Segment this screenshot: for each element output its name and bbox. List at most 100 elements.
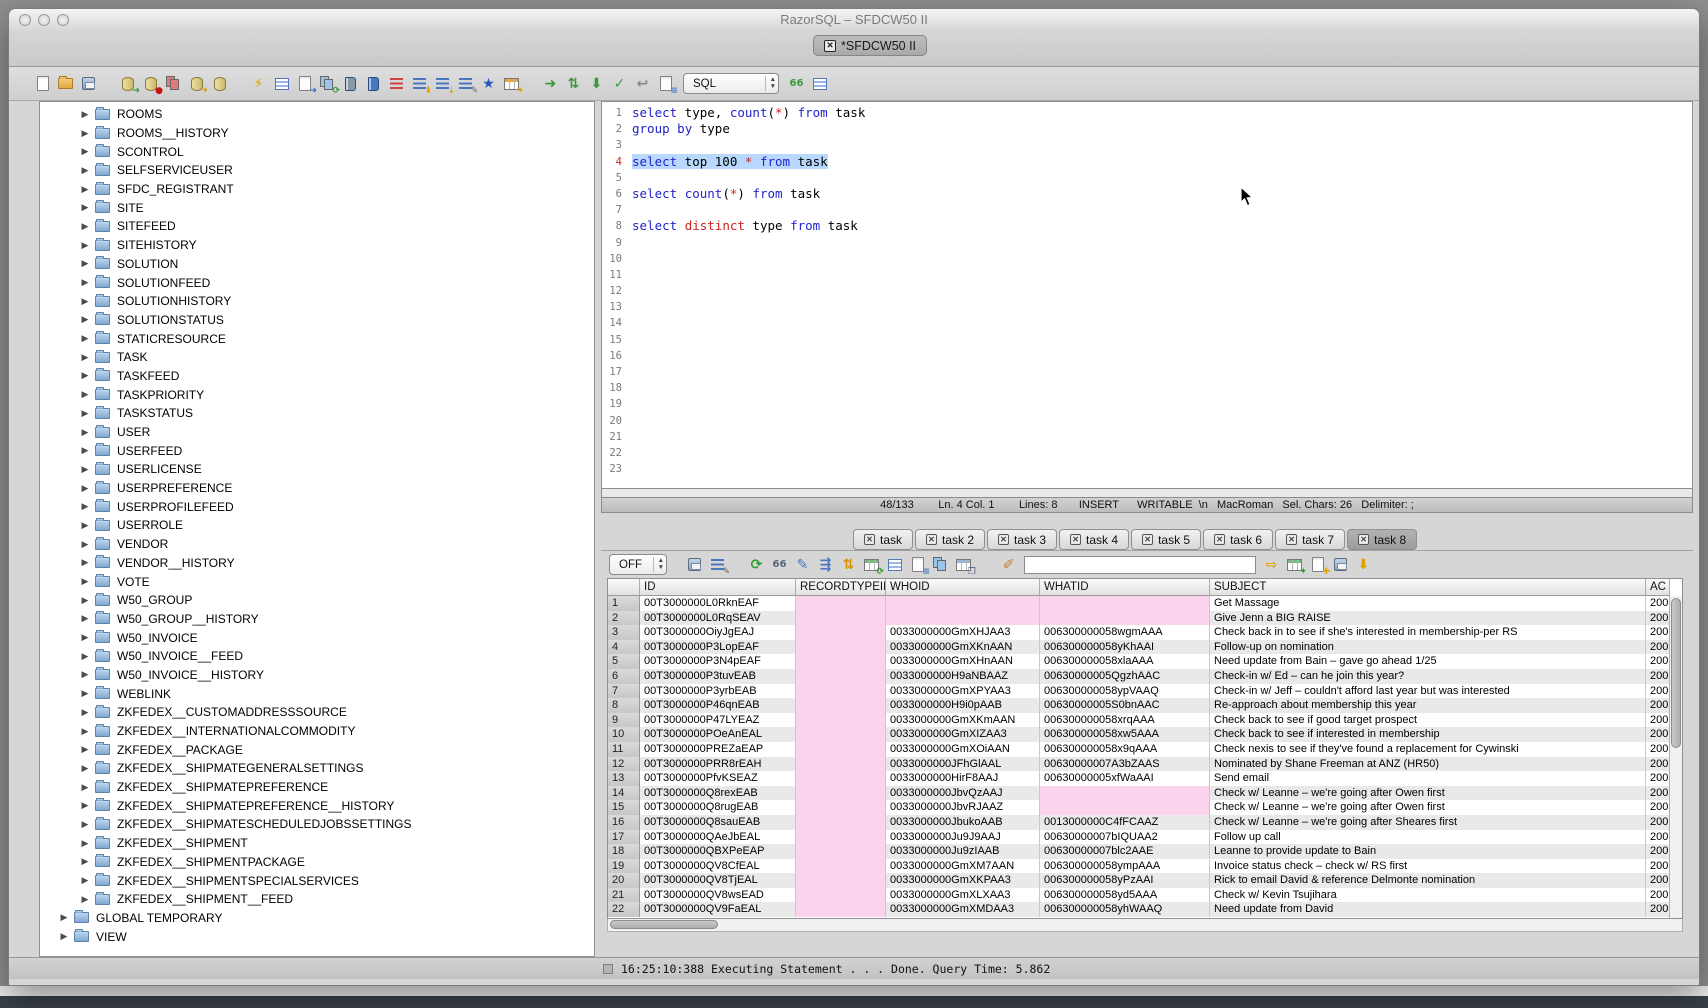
- save-file-icon[interactable]: [78, 73, 99, 94]
- cell-ac[interactable]: 200: [1646, 844, 1670, 859]
- cell-id[interactable]: 00T3000000L0RqSEAV: [640, 611, 796, 626]
- cell-subj[interactable]: Need update from David: [1210, 902, 1646, 917]
- cell-what[interactable]: [1040, 611, 1210, 626]
- cell-what[interactable]: 00630000005QgzhAAC: [1040, 669, 1210, 684]
- tree-item-userpreference[interactable]: ▶USERPREFERENCE: [40, 479, 594, 498]
- result-tab-task[interactable]: ✕task: [853, 529, 913, 550]
- cell-id[interactable]: 00T3000000P3tuvEAB: [640, 669, 796, 684]
- cell-what[interactable]: 006300000058xw5AAA: [1040, 727, 1210, 742]
- disclosure-triangle-icon[interactable]: ▶: [80, 333, 90, 344]
- cell-id[interactable]: 00T3000000P47LYEAZ: [640, 713, 796, 728]
- tree-item-w50_invoice__history[interactable]: ▶W50_INVOICE__HISTORY: [40, 666, 594, 685]
- cell-rt[interactable]: [796, 669, 886, 684]
- result-tab-task-5[interactable]: ✕task 5: [1131, 529, 1201, 550]
- tree-item-userfeed[interactable]: ▶USERFEED: [40, 441, 594, 460]
- cell-subj[interactable]: Send email: [1210, 771, 1646, 786]
- cell-id[interactable]: 00T3000000QV8TjEAL: [640, 873, 796, 888]
- copy-table-icon[interactable]: ❐: [953, 554, 974, 575]
- go-arrow-icon[interactable]: ⇨: [1261, 554, 1282, 575]
- tree-item-taskfeed[interactable]: ▶TASKFEED: [40, 367, 594, 386]
- cell-id[interactable]: 00T3000000QAeJbEAL: [640, 830, 796, 845]
- tree-item-zkfedex__package[interactable]: ▶ZKFEDEX__PACKAGE: [40, 740, 594, 759]
- cell-ac[interactable]: 200: [1646, 727, 1670, 742]
- cell-rt[interactable]: [796, 640, 886, 655]
- cell-id[interactable]: 00T3000000PREZaEAP: [640, 742, 796, 757]
- new-note-icon[interactable]: ✚: [1307, 554, 1328, 575]
- result-tab-task-6[interactable]: ✕task 6: [1203, 529, 1273, 550]
- disclosure-triangle-icon[interactable]: ▶: [80, 483, 90, 494]
- open-file-icon[interactable]: [55, 73, 76, 94]
- cell-id[interactable]: 00T3000000P3LopEAF: [640, 640, 796, 655]
- results-panel-icon[interactable]: [809, 73, 830, 94]
- cell-rt[interactable]: [796, 727, 886, 742]
- sql-code-area[interactable]: select type, count(*) from taskgroup by …: [626, 102, 1692, 488]
- cell-who[interactable]: 0033000000GmXLXAA3: [886, 888, 1040, 903]
- cell-what[interactable]: 00630000005xfWaAAI: [1040, 771, 1210, 786]
- code-line[interactable]: [632, 396, 1692, 412]
- text-view-icon[interactable]: ≡: [907, 554, 928, 575]
- cell-who[interactable]: 0033000000GmXKnAAN: [886, 640, 1040, 655]
- cell-ac[interactable]: 200: [1646, 830, 1670, 845]
- disclosure-triangle-icon[interactable]: ▶: [80, 669, 90, 680]
- table-row[interactable]: 1500T3000000Q8rugEAB0033000000JbvRJAAZCh…: [608, 800, 1670, 815]
- tree-item-zkfedex__shipmatescheduledjobssettings[interactable]: ▶ZKFEDEX__SHIPMATESCHEDULEDJOBSSETTINGS: [40, 815, 594, 834]
- filter-icon[interactable]: ✎: [707, 554, 728, 575]
- disclosure-triangle-icon[interactable]: ▶: [80, 109, 90, 120]
- result-tab-task-4[interactable]: ✕task 4: [1059, 529, 1129, 550]
- quotes-icon[interactable]: 66: [786, 73, 807, 94]
- code-line[interactable]: [632, 413, 1692, 429]
- tree-item-solutionstatus[interactable]: ▶SOLUTIONSTATUS: [40, 311, 594, 330]
- cell-what[interactable]: 006300000058ypVAAQ: [1040, 684, 1210, 699]
- edit-panel-icon[interactable]: [271, 73, 292, 94]
- cell-ac[interactable]: 200: [1646, 873, 1670, 888]
- cell-subj[interactable]: Check back to see if interested in membe…: [1210, 727, 1646, 742]
- table-row[interactable]: 800T3000000P46qnEAB0033000000H9i0pAAB006…: [608, 698, 1670, 713]
- table-row[interactable]: 1000T3000000POeAnEAL0033000000GmXIZAA300…: [608, 727, 1670, 742]
- table-row[interactable]: 700T3000000P3yrbEAB0033000000GmXPYAA3006…: [608, 684, 1670, 699]
- code-line[interactable]: [632, 267, 1692, 283]
- close-document-icon[interactable]: ✕: [824, 40, 836, 52]
- code-line[interactable]: [632, 461, 1692, 477]
- cell-who[interactable]: 0033000000JbukoAAB: [886, 815, 1040, 830]
- cell-ac[interactable]: 200: [1646, 800, 1670, 815]
- cell-rt[interactable]: [796, 902, 886, 917]
- disclosure-triangle-icon[interactable]: ▶: [59, 912, 69, 923]
- cell-ac[interactable]: 200: [1646, 625, 1670, 640]
- disclosure-triangle-icon[interactable]: ▶: [59, 931, 69, 942]
- disclosure-triangle-icon[interactable]: ▶: [80, 427, 90, 438]
- save-results-icon[interactable]: [684, 554, 705, 575]
- new-file-icon[interactable]: [32, 73, 53, 94]
- related-tables-icon[interactable]: ⇶: [815, 554, 836, 575]
- disclosure-triangle-icon[interactable]: ▶: [80, 389, 90, 400]
- cell-id[interactable]: 00T3000000P46qnEAB: [640, 698, 796, 713]
- import-data-icon[interactable]: ⬇: [409, 73, 430, 94]
- cell-ac[interactable]: 200: [1646, 596, 1670, 611]
- table-row[interactable]: 2200T3000000QV9FaEAL0033000000GmXMDAA300…: [608, 902, 1670, 917]
- disclosure-triangle-icon[interactable]: ▶: [80, 202, 90, 213]
- tree-item-taskpriority[interactable]: ▶TASKPRIORITY: [40, 385, 594, 404]
- tree-item-site[interactable]: ▶SITE: [40, 198, 594, 217]
- disclosure-triangle-icon[interactable]: ▶: [80, 370, 90, 381]
- cell-who[interactable]: 0033000000GmXPYAA3: [886, 684, 1040, 699]
- cell-subj[interactable]: Invoice status check – check w/ RS first: [1210, 859, 1646, 874]
- tree-item-rooms[interactable]: ▶ROOMS: [40, 105, 594, 124]
- tree-item-solutionfeed[interactable]: ▶SOLUTIONFEED: [40, 273, 594, 292]
- cell-what[interactable]: 006300000058xrqAAA: [1040, 713, 1210, 728]
- cell-who[interactable]: 0033000000JFhGlAAL: [886, 757, 1040, 772]
- rollback-icon[interactable]: ↩: [632, 73, 653, 94]
- statement-type-select[interactable]: SQL ▲▼: [683, 73, 779, 94]
- cell-what[interactable]: 006300000058yd5AAA: [1040, 888, 1210, 903]
- fetch-down-icon[interactable]: ⬇: [586, 73, 607, 94]
- log-view-icon[interactable]: ≡: [655, 73, 676, 94]
- cell-ac[interactable]: 200: [1646, 654, 1670, 669]
- tree-item-user[interactable]: ▶USER: [40, 423, 594, 442]
- tree-item-userlicense[interactable]: ▶USERLICENSE: [40, 460, 594, 479]
- tree-item-zkfedex__internationalcommodity[interactable]: ▶ZKFEDEX__INTERNATIONALCOMMODITY: [40, 722, 594, 741]
- refresh-table-icon[interactable]: ⟳: [861, 554, 882, 575]
- disclosure-triangle-icon[interactable]: ▶: [80, 296, 90, 307]
- documentation-icon[interactable]: [363, 73, 384, 94]
- cell-what[interactable]: 006300000058ympAAA: [1040, 859, 1210, 874]
- cell-subj[interactable]: Follow up call: [1210, 830, 1646, 845]
- column-header-subject[interactable]: SUBJECT: [1210, 579, 1646, 596]
- grid-vscroll-thumb[interactable]: [1671, 598, 1681, 748]
